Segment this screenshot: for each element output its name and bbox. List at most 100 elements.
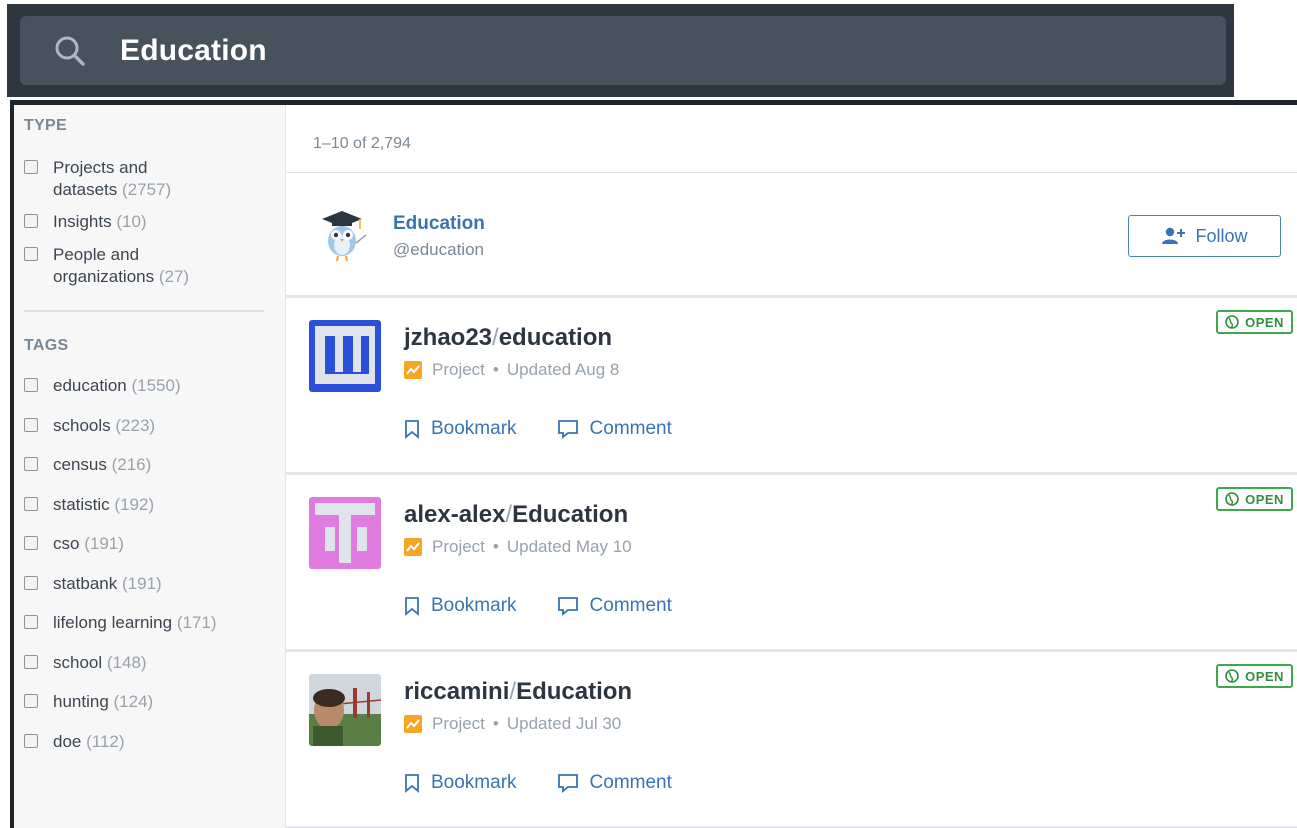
meta-separator: • xyxy=(492,714,499,733)
checkbox[interactable] xyxy=(24,417,38,432)
results-frame: TYPE Projects and datasets (2757) Insigh… xyxy=(10,100,1297,828)
filter-tag[interactable]: statbank (191) xyxy=(24,573,285,595)
filter-count: (2757) xyxy=(122,180,172,199)
project-result: alex-alex/Education Project • Updated May … xyxy=(286,475,1297,652)
results-count: 1–10 of 2,794 xyxy=(286,105,1297,173)
project-thumbnail[interactable] xyxy=(309,320,381,392)
project-updated: Updated Aug 8 xyxy=(506,360,620,379)
comment-button[interactable]: Comment xyxy=(557,772,672,794)
checkbox[interactable] xyxy=(24,733,38,748)
checkbox[interactable] xyxy=(24,496,38,511)
search-input[interactable]: Education xyxy=(20,16,1226,85)
project-meta: Project • Updated Jul 30 xyxy=(404,714,621,734)
filter-count: (223) xyxy=(115,415,156,435)
title-separator: / xyxy=(492,324,499,351)
filter-label: school xyxy=(53,652,103,672)
checkbox[interactable] xyxy=(24,536,38,550)
comment-label: Comment xyxy=(589,772,672,793)
filter-label: census xyxy=(53,455,107,474)
search-bar: Education xyxy=(7,4,1234,97)
bookmark-icon xyxy=(405,597,419,616)
badge-label: OPEN xyxy=(1245,491,1284,507)
badge-label: OPEN xyxy=(1245,314,1284,330)
filter-tag[interactable]: school (148) xyxy=(24,652,285,674)
checkbox[interactable] xyxy=(24,654,38,669)
filter-count: (171) xyxy=(176,613,217,632)
checkbox[interactable] xyxy=(24,247,38,261)
checkbox[interactable] xyxy=(24,457,38,471)
project-type-icon xyxy=(404,538,422,556)
checkbox[interactable] xyxy=(24,214,38,228)
project-type: Project xyxy=(432,360,485,379)
project-owner: riccamini xyxy=(404,678,510,705)
filter-tag[interactable]: census (216) xyxy=(24,454,285,476)
project-updated: Updated Jul 30 xyxy=(506,714,622,733)
account-handle: @education xyxy=(393,240,484,259)
filter-tag[interactable]: doe (112) xyxy=(24,731,285,753)
filter-label: doe xyxy=(53,731,82,751)
filter-tag[interactable]: hunting (124) xyxy=(24,691,285,713)
open-badge: OPEN xyxy=(1216,310,1293,334)
comment-button[interactable]: Comment xyxy=(557,595,672,617)
comment-label: Comment xyxy=(589,418,672,439)
meta-separator: • xyxy=(492,360,499,379)
project-thumbnail[interactable] xyxy=(309,497,381,569)
project-type-icon xyxy=(404,361,422,379)
project-name: Education xyxy=(512,501,629,528)
checkbox[interactable] xyxy=(24,615,38,629)
bookmark-button[interactable]: Bookmark xyxy=(404,595,517,617)
project-title-link[interactable]: riccamini/Education xyxy=(404,678,632,706)
tag-filter-list: education (1550) schools (223) census (2… xyxy=(24,375,285,753)
project-owner: jzhao23 xyxy=(404,324,493,351)
user-photo-avatar[interactable] xyxy=(309,674,381,746)
project-meta: Project • Updated May 10 xyxy=(404,537,632,557)
project-name: education xyxy=(498,324,613,351)
filter-type-projects[interactable]: Projects and datasets (2757) xyxy=(24,157,285,201)
filter-count: (10) xyxy=(116,212,147,231)
project-title-link[interactable]: jzhao23/education xyxy=(404,324,612,352)
project-owner: alex-alex xyxy=(404,501,506,528)
filter-tag[interactable]: lifelong learning (171) xyxy=(24,612,285,634)
search-query[interactable]: Education xyxy=(120,34,267,68)
filter-type-insights[interactable]: Insights (10) xyxy=(24,211,285,233)
bookmark-label: Bookmark xyxy=(431,595,517,616)
comment-button[interactable]: Comment xyxy=(557,418,672,440)
project-type: Project xyxy=(432,537,485,556)
filter-tag[interactable]: schools (223) xyxy=(24,415,285,437)
project-title-link[interactable]: alex-alex/Education xyxy=(404,501,628,529)
follow-label: Follow xyxy=(1195,225,1248,246)
open-badge: OPEN xyxy=(1216,664,1293,688)
sidebar-divider xyxy=(24,310,264,312)
filter-tag[interactable]: cso (191) xyxy=(24,533,285,555)
bookmark-button[interactable]: Bookmark xyxy=(404,772,517,794)
filter-type-people[interactable]: People and organizations (27) xyxy=(24,244,285,288)
open-badge: OPEN xyxy=(1216,487,1293,511)
filter-label: cso xyxy=(53,534,80,553)
checkbox[interactable] xyxy=(24,694,38,708)
filter-count: (191) xyxy=(122,573,162,593)
project-type: Project xyxy=(432,714,485,733)
comment-label: Comment xyxy=(589,595,672,616)
filter-count: (216) xyxy=(111,455,152,474)
follow-button[interactable]: Follow xyxy=(1128,215,1281,257)
filter-label: lifelong learning xyxy=(53,613,173,632)
filter-label: statbank xyxy=(53,573,118,593)
bookmark-label: Bookmark xyxy=(431,418,517,439)
search-icon[interactable] xyxy=(50,31,90,71)
comment-icon xyxy=(557,597,578,616)
checkbox[interactable] xyxy=(24,160,38,174)
owl-graduate-avatar[interactable] xyxy=(316,207,368,263)
bookmark-button[interactable]: Bookmark xyxy=(404,418,517,440)
filter-count: (124) xyxy=(113,692,154,711)
filter-tag[interactable]: education (1550) xyxy=(24,375,285,397)
project-type-icon xyxy=(404,715,422,733)
filter-label: Insights xyxy=(53,212,112,231)
type-section-title: TYPE xyxy=(24,117,67,134)
filter-tag[interactable]: statistic (192) xyxy=(24,494,285,516)
project-updated: Updated May 10 xyxy=(506,537,632,556)
add-user-icon xyxy=(1162,227,1186,244)
filter-label: hunting xyxy=(53,692,109,711)
checkbox[interactable] xyxy=(24,575,38,590)
checkbox[interactable] xyxy=(24,378,38,392)
account-name-link[interactable]: Education xyxy=(393,213,485,235)
